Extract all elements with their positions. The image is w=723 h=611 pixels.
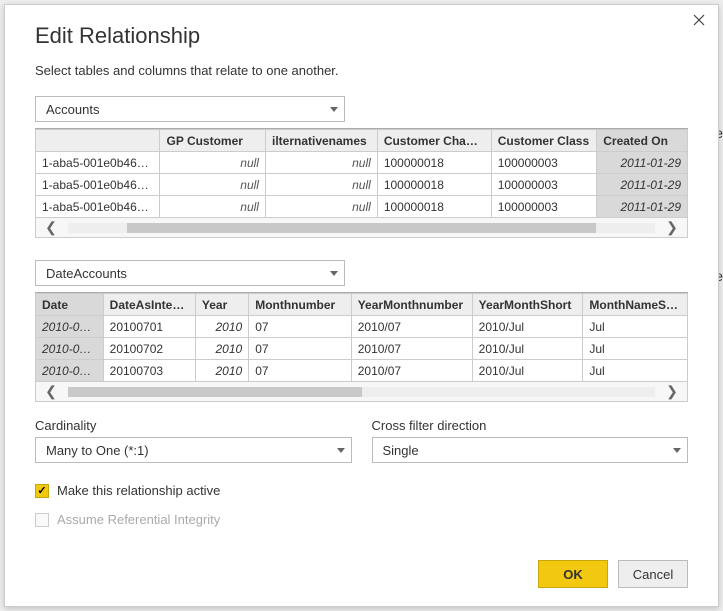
table-cell[interactable]: null (265, 196, 377, 218)
table-cell[interactable]: null (160, 152, 266, 174)
table-cell[interactable]: 2010-07-01 (36, 316, 104, 338)
table2-col-header[interactable]: YearMonthnumber (351, 294, 472, 316)
table-cell[interactable]: 100000003 (491, 152, 597, 174)
table1-col-header[interactable]: ilternativenames (265, 130, 377, 152)
referential-integrity-label: Assume Referential Integrity (57, 512, 220, 527)
table-cell[interactable]: 100000018 (377, 196, 491, 218)
edit-relationship-dialog: Edit Relationship Select tables and colu… (4, 4, 719, 607)
table2-col-header[interactable]: YearMonthShort (472, 294, 583, 316)
cardinality-dropdown[interactable]: Many to One (*:1) (35, 437, 352, 463)
table-cell[interactable]: 2010 (195, 316, 248, 338)
table-cell[interactable]: 100000003 (491, 196, 597, 218)
table1-col-header[interactable]: Customer Channel (377, 130, 491, 152)
chevron-down-icon (330, 271, 338, 276)
crossfilter-value: Single (383, 443, 419, 458)
table-row[interactable]: 1-aba5-001e0b4641ecnullnull1000000181000… (36, 152, 688, 174)
table-cell[interactable]: 2010/Jul (472, 338, 583, 360)
table-cell[interactable]: 2010 (195, 338, 248, 360)
table-cell[interactable]: Jul (583, 338, 688, 360)
dialog-title: Edit Relationship (35, 23, 688, 49)
table-cell[interactable]: 100000003 (491, 174, 597, 196)
scroll-left-icon[interactable]: ❮ (36, 218, 66, 237)
table-cell[interactable]: null (265, 174, 377, 196)
table-cell[interactable]: 100000018 (377, 174, 491, 196)
table1-source-value: Accounts (46, 102, 99, 117)
scroll-track[interactable] (68, 387, 655, 397)
scroll-track[interactable] (68, 223, 655, 233)
table2-col-header[interactable]: MonthNameShort (583, 294, 688, 316)
table-cell[interactable]: 2010-07-03 (36, 360, 104, 382)
table-cell[interactable]: 2010/07 (351, 338, 472, 360)
scroll-right-icon[interactable]: ❯ (657, 218, 687, 237)
table-cell[interactable]: 2010/07 (351, 360, 472, 382)
scroll-thumb[interactable] (68, 387, 362, 397)
table-cell[interactable]: 1-aba5-001e0b4641ec (36, 174, 160, 196)
table2-source-dropdown[interactable]: DateAccounts (35, 260, 345, 286)
cancel-button[interactable]: Cancel (618, 560, 688, 588)
table-cell[interactable]: 20100702 (103, 338, 195, 360)
table-cell[interactable]: 07 (249, 316, 352, 338)
close-button[interactable] (690, 13, 708, 31)
table-cell[interactable]: null (265, 152, 377, 174)
chevron-down-icon (330, 107, 338, 112)
table-cell[interactable]: 20100701 (103, 316, 195, 338)
close-icon (693, 14, 705, 26)
table-cell[interactable]: 1-aba5-001e0b4641ec (36, 152, 160, 174)
table-cell[interactable]: 100000018 (377, 152, 491, 174)
table2-col-header[interactable]: Monthnumber (249, 294, 352, 316)
table2-col-header[interactable]: Date (36, 294, 104, 316)
table-row[interactable]: 2010-07-02201007022010072010/072010/JulJ… (36, 338, 688, 360)
table-cell[interactable]: null (160, 174, 266, 196)
scroll-right-icon[interactable]: ❯ (657, 382, 687, 401)
table1-hscroll[interactable]: ❮ ❯ (35, 218, 688, 238)
table2-hscroll[interactable]: ❮ ❯ (35, 382, 688, 402)
table-row[interactable]: 2010-07-01201007012010072010/072010/JulJ… (36, 316, 688, 338)
table-cell[interactable]: 07 (249, 338, 352, 360)
table-cell[interactable]: 2011-01-29 (597, 196, 688, 218)
chevron-down-icon (337, 448, 345, 453)
table-row[interactable]: 1-aba5-001e0b4641ecnullnull1000000181000… (36, 196, 688, 218)
scroll-left-icon[interactable]: ❮ (36, 382, 66, 401)
table-row[interactable]: 2010-07-03201007032010072010/072010/JulJ… (36, 360, 688, 382)
table2-grid[interactable]: DateDateAsIntegerYearMonthnumberYearMont… (35, 292, 688, 402)
table1-source-dropdown[interactable]: Accounts (35, 96, 345, 122)
table-cell[interactable]: 2011-01-29 (597, 174, 688, 196)
active-checkbox[interactable]: ✓ (35, 484, 49, 498)
scroll-thumb[interactable] (127, 223, 597, 233)
chevron-down-icon (673, 448, 681, 453)
dialog-subtitle: Select tables and columns that relate to… (35, 63, 688, 78)
cardinality-value: Many to One (*:1) (46, 443, 149, 458)
referential-integrity-checkbox (35, 513, 49, 527)
table2-col-header[interactable]: DateAsInteger (103, 294, 195, 316)
cardinality-label: Cardinality (35, 418, 352, 433)
table-cell[interactable]: 20100703 (103, 360, 195, 382)
table-cell[interactable]: 2010 (195, 360, 248, 382)
table-row[interactable]: 1-aba5-001e0b4641ecnullnull1000000181000… (36, 174, 688, 196)
table-cell[interactable]: Jul (583, 360, 688, 382)
table1-col-header[interactable]: Customer Class (491, 130, 597, 152)
table1-col-header[interactable]: Created On (597, 130, 688, 152)
table-cell[interactable]: 2011-01-29 (597, 152, 688, 174)
table-cell[interactable]: 1-aba5-001e0b4641ec (36, 196, 160, 218)
active-checkbox-label: Make this relationship active (57, 483, 220, 498)
table-cell[interactable]: 2010/07 (351, 316, 472, 338)
table-cell[interactable]: 2010-07-02 (36, 338, 104, 360)
table-cell[interactable]: null (160, 196, 266, 218)
table-cell[interactable]: 07 (249, 360, 352, 382)
crossfilter-dropdown[interactable]: Single (372, 437, 689, 463)
table1-col-header[interactable] (36, 130, 160, 152)
table2-col-header[interactable]: Year (195, 294, 248, 316)
table-cell[interactable]: 2010/Jul (472, 316, 583, 338)
table1-grid[interactable]: GP CustomerilternativenamesCustomer Chan… (35, 128, 688, 238)
crossfilter-label: Cross filter direction (372, 418, 689, 433)
ok-button[interactable]: OK (538, 560, 608, 588)
table-cell[interactable]: 2010/Jul (472, 360, 583, 382)
table1-col-header[interactable]: GP Customer (160, 130, 266, 152)
table2-source-value: DateAccounts (46, 266, 127, 281)
table-cell[interactable]: Jul (583, 316, 688, 338)
